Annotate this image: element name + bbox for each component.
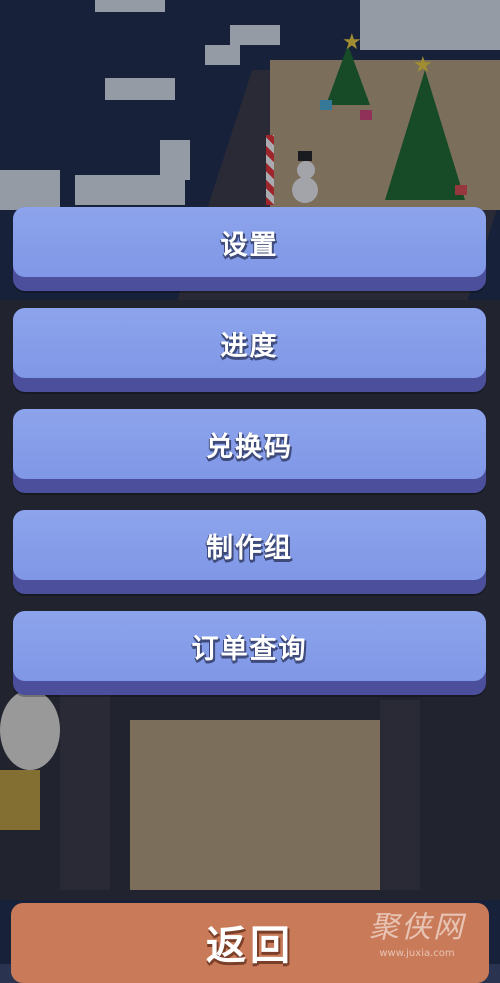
order-query-button[interactable]: 订单查询 (13, 611, 486, 695)
settings-button[interactable]: 设置 (13, 207, 486, 291)
credits-button-label: 制作组 (206, 532, 293, 564)
redeem-code-button-face[interactable]: 兑换码 (13, 409, 486, 479)
watermark-url: www.juxia.com (379, 948, 455, 959)
watermark: 聚侠网 www.juxia.com (352, 902, 482, 959)
back-button-label: 返回 (206, 923, 294, 969)
progress-button-face[interactable]: 进度 (13, 308, 486, 378)
progress-button[interactable]: 进度 (13, 308, 486, 392)
order-query-button-face[interactable]: 订单查询 (13, 611, 486, 681)
credits-button[interactable]: 制作组 (13, 510, 486, 594)
credits-button-face[interactable]: 制作组 (13, 510, 486, 580)
settings-button-face[interactable]: 设置 (13, 207, 486, 277)
watermark-name: 聚侠网 (369, 910, 465, 945)
redeem-code-button-label: 兑换码 (206, 431, 293, 463)
redeem-code-button[interactable]: 兑换码 (13, 409, 486, 493)
progress-button-label: 进度 (220, 330, 279, 362)
order-query-button-label: 订单查询 (191, 633, 308, 665)
settings-button-label: 设置 (220, 229, 279, 261)
